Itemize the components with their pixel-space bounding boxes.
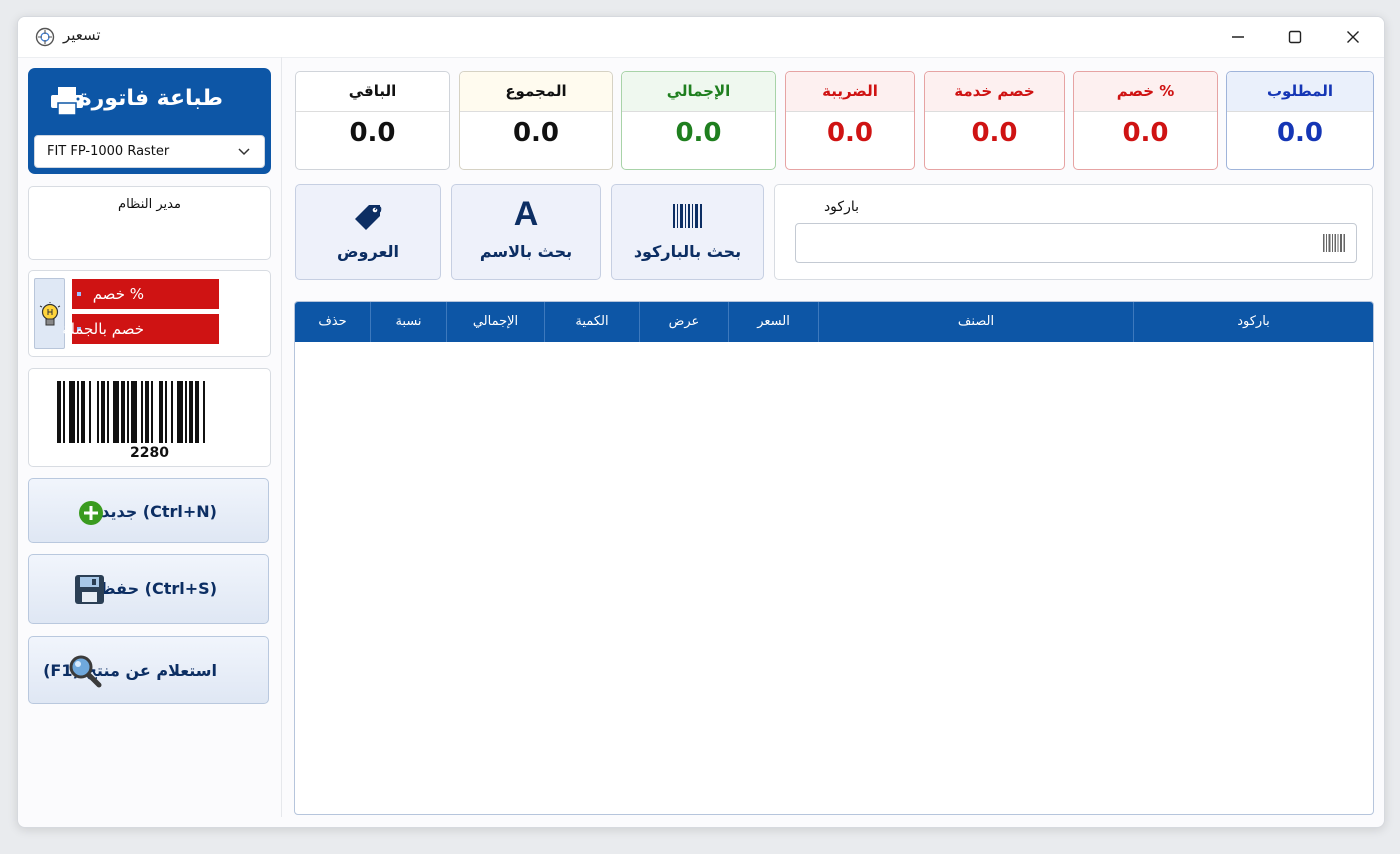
title-bar: تسعير [18,17,1384,58]
summary-sum: المجموع 0.0 [459,71,613,170]
summary-value: 0.0 [1122,118,1169,148]
name-search-button[interactable]: A بحث بالاسم [451,184,601,280]
user-name: مدير النظام [118,197,181,212]
save-button-label: حفظ (Ctrl+S) [98,579,217,598]
summary-total: الإجمالي 0.0 [621,71,776,170]
printer-select-value: FIT FP-1000 Raster [47,144,170,159]
printer-select[interactable]: FIT FP-1000 Raster [34,135,265,168]
promo-item[interactable]: خصم بالجملة [62,314,219,344]
window-title: تسعير [63,26,101,44]
barcode-search-button[interactable]: بحث بالباركود [611,184,764,280]
column-header-offer[interactable]: عرض [639,302,728,342]
column-header-barcode[interactable]: باركود [1133,302,1373,342]
app-logo-icon [35,27,55,47]
summary-label: المجموع [460,72,612,112]
summary-service-discount: خصم خدمة 0.0 [924,71,1065,170]
minimize-button[interactable] [1225,25,1251,49]
column-header-quantity[interactable]: الكمية [544,302,639,342]
summary-label: خصم خدمة [925,72,1064,112]
barcode-number: 2280 [130,445,169,461]
barcode-search-label: بحث بالباركود [633,242,742,261]
app-window: تسعير طباعة فاتورة FIT FP-1000 Raster مد… [17,16,1385,828]
summary-value: 0.0 [826,118,874,148]
plus-circle-icon [79,501,103,525]
summary-value: 0.0 [675,118,722,148]
maximize-button[interactable] [1282,25,1308,49]
barcode-input-panel: باركود [774,184,1373,280]
summary-discount-percent: خصم % 0.0 [1073,71,1218,170]
minimize-icon [1232,36,1244,38]
close-button[interactable] [1340,25,1366,49]
column-header-item[interactable]: الصنف [818,302,1133,342]
summary-tax: الضريبة 0.0 [785,71,915,170]
name-search-label: بحث بالاسم [479,242,573,261]
barcode-graphic [57,381,205,443]
lightbulb-icon [39,302,61,326]
summary-label: الإجمالي [622,72,775,112]
barcode-input-label: باركود [823,199,859,215]
summary-label: الباقي [296,72,449,112]
summary-label: الضريبة [786,72,914,112]
promo-label: خصم بالجملة [62,320,144,338]
summary-value: 0.0 [971,118,1018,148]
barcode-icon [672,204,702,228]
promo-item[interactable]: خصم % [72,279,219,309]
summary-label: المطلوب [1227,72,1373,112]
summary-value: 0.0 [349,118,396,148]
product-inquiry-button[interactable]: (F1) استعلام عن منتج [28,636,269,704]
promo-bullet [77,292,81,296]
barcode-scan-icon [1323,234,1345,252]
user-card: مدير النظام [28,186,271,260]
maximize-icon [1288,30,1302,44]
sidebar-divider [281,57,282,817]
floppy-disk-icon [75,575,104,604]
barcode-card: 2280 [28,368,271,467]
save-button[interactable]: حفظ (Ctrl+S) [28,554,269,624]
column-header-price[interactable]: السعر [728,302,818,342]
price-tag-icon [355,205,382,230]
offers-button[interactable]: العروض [295,184,441,280]
summary-required: المطلوب 0.0 [1226,71,1374,170]
print-invoice-card[interactable]: طباعة فاتورة FIT FP-1000 Raster [28,68,271,174]
new-button-label: جديد (Ctrl+N) [101,502,217,521]
summary-label: خصم % [1074,72,1217,112]
printer-icon [51,87,83,116]
barcode-input[interactable] [795,223,1357,263]
column-header-total[interactable]: الإجمالي [446,302,544,342]
column-header-delete[interactable]: حذف [295,302,370,342]
magnifier-icon [69,655,102,688]
promotions-card: خصم % خصم بالجملة [28,270,271,357]
promotions-hint-button[interactable] [34,278,65,349]
summary-value: 0.0 [512,118,560,148]
chevron-down-icon [238,148,250,156]
print-invoice-title: طباعة فاتورة [78,86,223,111]
items-table[interactable]: باركود الصنف السعر عرض الكمية الإجمالي ن… [294,301,1374,815]
new-button[interactable]: جديد (Ctrl+N) [28,478,269,543]
column-header-ratio[interactable]: نسبة [370,302,446,342]
summary-value: 0.0 [1276,118,1324,148]
letter-a-icon: A [513,195,539,233]
close-icon [1347,31,1359,43]
promo-label: خصم % [92,285,144,303]
summary-remaining: الباقي 0.0 [295,71,450,170]
offers-label: العروض [337,242,399,261]
table-header: باركود الصنف السعر عرض الكمية الإجمالي ن… [295,302,1373,342]
